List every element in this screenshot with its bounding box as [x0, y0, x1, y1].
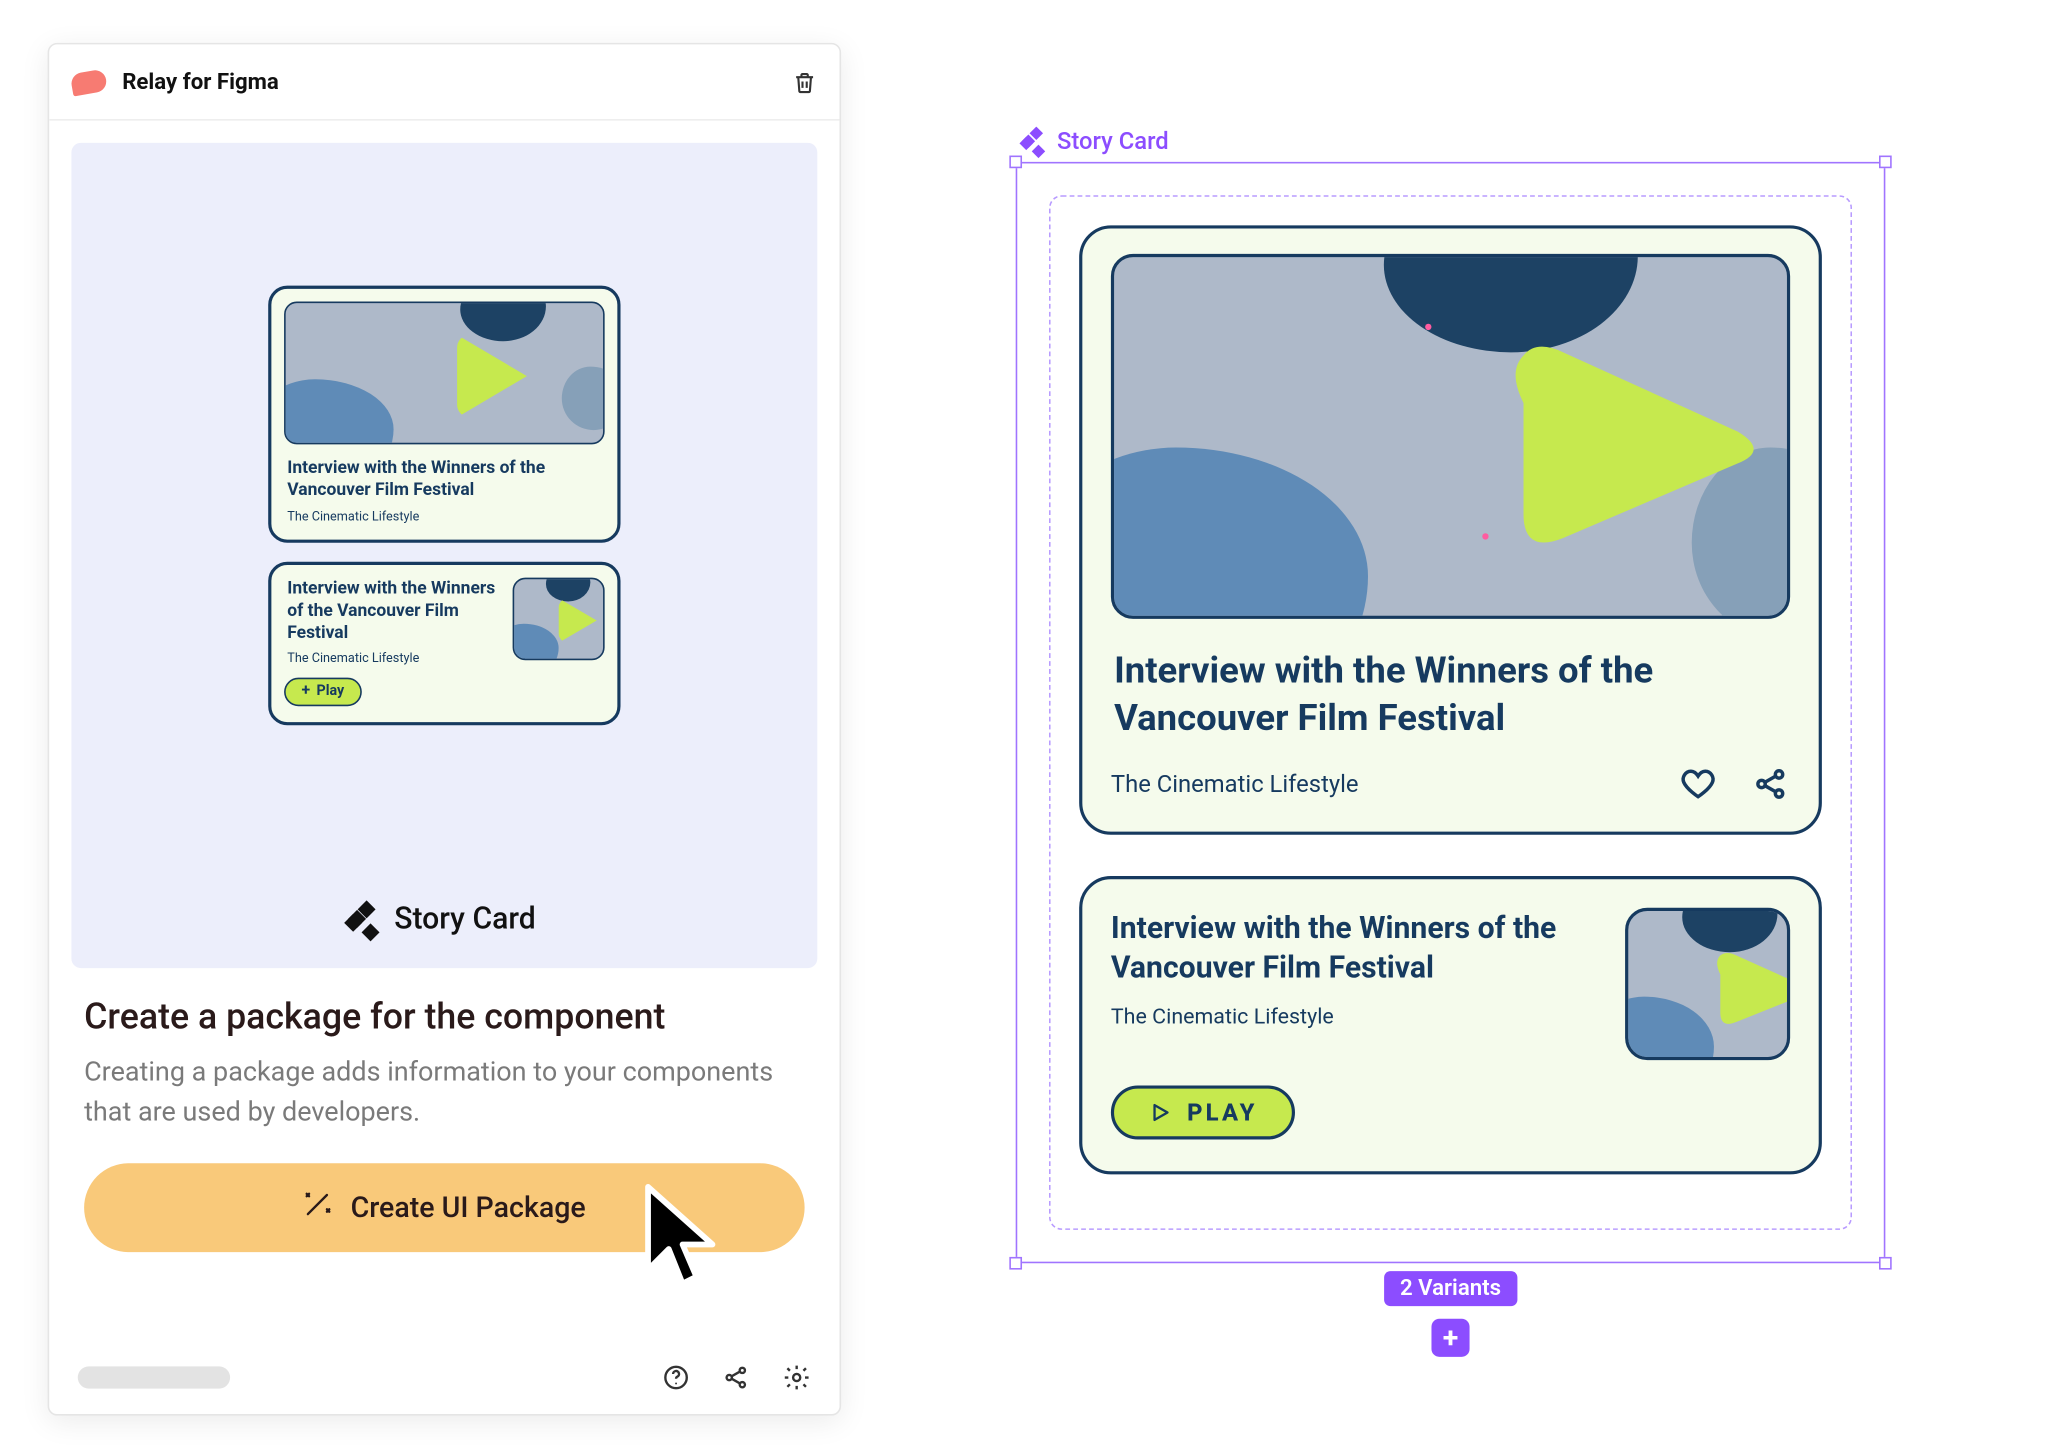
variants-count-badge: 2 Variants — [1384, 1271, 1517, 1306]
preview-subtitle: The Cinematic Lifestyle — [287, 651, 500, 665]
footer-placeholder — [78, 1366, 230, 1388]
resize-handle[interactable] — [1009, 156, 1022, 169]
play-icon — [1149, 1101, 1171, 1123]
component-preview: Interview with the Winners of the Vancou… — [71, 143, 817, 968]
component-icon — [353, 904, 382, 933]
card-title: Interview with the Winners of the Vancou… — [1111, 907, 1603, 988]
settings-button[interactable] — [782, 1363, 811, 1392]
preview-thumbnail — [284, 302, 605, 445]
cursor-icon — [641, 1182, 733, 1303]
delete-button[interactable] — [792, 69, 817, 94]
relay-logo-icon — [70, 68, 108, 96]
story-card-small[interactable]: Interview with the Winners of the Vancou… — [1079, 876, 1822, 1174]
variant-container: Interview with the Winners of the Vancou… — [1049, 195, 1852, 1230]
card-subtitle: The Cinematic Lifestyle — [1111, 769, 1359, 798]
preview-thumbnail — [513, 577, 605, 660]
story-card-large[interactable]: Interview with the Winners of the Vancou… — [1079, 225, 1822, 834]
card-thumbnail — [1111, 254, 1790, 619]
panel-footer — [49, 1341, 839, 1414]
selection-frame[interactable]: Interview with the Winners of the Vancou… — [1016, 162, 1886, 1263]
preview-title: Interview with the Winners of the Vancou… — [287, 457, 601, 502]
preview-subtitle: The Cinematic Lifestyle — [287, 509, 601, 523]
share-icon[interactable] — [1752, 765, 1790, 803]
card-subtitle: The Cinematic Lifestyle — [1111, 1005, 1603, 1030]
resize-handle[interactable] — [1879, 156, 1892, 169]
component-name-label: Story Card — [353, 900, 536, 937]
add-variant-button[interactable]: + — [1431, 1319, 1469, 1357]
preview-play-button: + Play — [284, 678, 362, 707]
card-thumbnail — [1625, 907, 1790, 1059]
component-set-icon — [1025, 130, 1047, 152]
preview-variant-large: Interview with the Winners of the Vancou… — [268, 286, 620, 542]
section-heading: Create a package for the component — [84, 997, 804, 1038]
plugin-title: Relay for Figma — [122, 69, 279, 94]
wand-icon — [303, 1190, 332, 1227]
heart-icon[interactable] — [1679, 765, 1717, 803]
panel-header: Relay for Figma — [49, 44, 839, 120]
card-title: Interview with the Winners of the Vancou… — [1114, 647, 1787, 742]
play-button[interactable]: PLAY — [1111, 1085, 1296, 1139]
plus-icon: + — [302, 685, 311, 701]
section-description: Creating a package adds information to y… — [84, 1054, 804, 1132]
preview-variant-small: Interview with the Winners of the Vancou… — [268, 561, 620, 726]
preview-title: Interview with the Winners of the Vancou… — [287, 577, 500, 645]
resize-handle[interactable] — [1009, 1257, 1022, 1270]
help-button[interactable] — [662, 1363, 691, 1392]
resize-handle[interactable] — [1879, 1257, 1892, 1270]
frame-label[interactable]: Story Card — [1025, 127, 1885, 156]
share-button[interactable] — [722, 1363, 751, 1392]
figma-canvas: Story Card Intervi — [1016, 127, 1886, 1263]
